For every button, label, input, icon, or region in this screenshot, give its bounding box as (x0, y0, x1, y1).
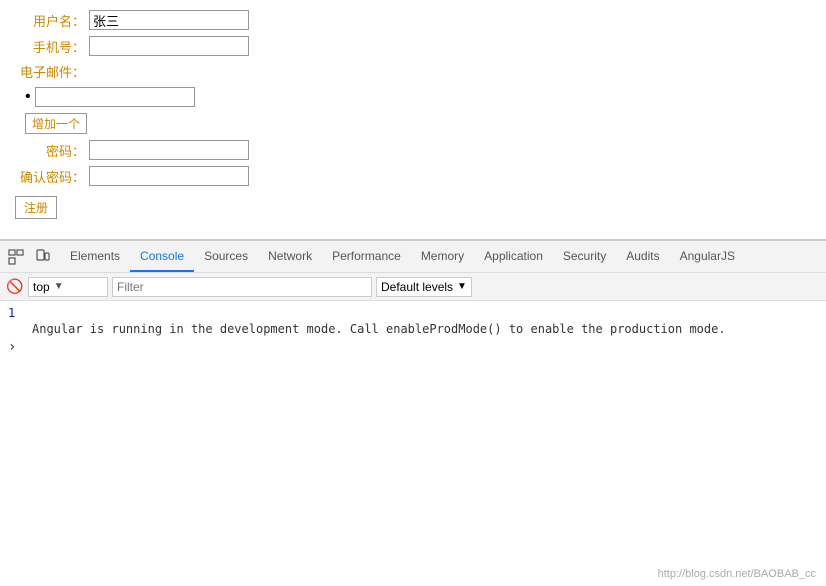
tab-sources[interactable]: Sources (194, 241, 258, 272)
line-text-2: Angular is running in the development mo… (32, 322, 726, 336)
line-number-1: 1 (8, 306, 32, 320)
email-list-item: • (25, 87, 811, 107)
console-filter-input[interactable] (112, 277, 372, 297)
password-input[interactable] (89, 140, 249, 160)
default-levels-arrow-icon: ▼ (457, 281, 467, 292)
tab-memory[interactable]: Memory (411, 241, 474, 272)
email-label: 电子邮件： (15, 62, 85, 81)
username-row: 用户名： (15, 10, 811, 30)
register-button[interactable]: 注册 (15, 196, 57, 219)
watermark: http://blog.csdn.net/BAOBAB_cc (658, 568, 816, 580)
add-button-row: 增加一个 (15, 113, 811, 140)
register-row: 注册 (15, 192, 811, 219)
devtools-tabs: Elements Console Sources Network Perform… (60, 241, 745, 272)
bullet-icon: • (25, 88, 31, 106)
email-header-row: 电子邮件： (15, 62, 811, 81)
console-line-2: Angular is running in the development mo… (0, 321, 826, 337)
phone-label: 手机号： (15, 37, 85, 56)
username-label: 用户名： (15, 11, 85, 30)
tab-audits[interactable]: Audits (616, 241, 669, 272)
context-value: top (33, 280, 50, 294)
confirm-password-row: 确认密码： (15, 166, 811, 186)
devtools-panel: Elements Console Sources Network Perform… (0, 240, 826, 586)
console-context-select[interactable]: top ▼ (28, 277, 108, 297)
phone-input[interactable] (89, 36, 249, 56)
inspect-icon[interactable] (4, 245, 28, 269)
console-toolbar: 🚫 top ▼ Default levels ▼ (0, 273, 826, 301)
confirm-password-label: 确认密码： (15, 167, 85, 186)
phone-row: 手机号： (15, 36, 811, 56)
password-row: 密码： (15, 140, 811, 160)
console-prompt[interactable]: › (0, 337, 826, 357)
console-output: 1 Angular is running in the development … (0, 301, 826, 586)
tab-network[interactable]: Network (258, 241, 322, 272)
email-section: 电子邮件： • (15, 62, 811, 107)
email-input[interactable] (35, 87, 195, 107)
default-levels-label: Default levels (381, 280, 453, 294)
devtools-topbar: Elements Console Sources Network Perform… (0, 241, 826, 273)
tab-application[interactable]: Application (474, 241, 553, 272)
tab-security[interactable]: Security (553, 241, 616, 272)
no-entry-icon[interactable]: 🚫 (6, 278, 24, 296)
add-email-button[interactable]: 增加一个 (25, 113, 87, 134)
context-arrow-icon: ▼ (54, 281, 64, 292)
tab-console[interactable]: Console (130, 241, 194, 272)
confirm-password-input[interactable] (89, 166, 249, 186)
device-toggle-icon[interactable] (30, 245, 54, 269)
tab-performance[interactable]: Performance (322, 241, 411, 272)
tab-angularjs[interactable]: AngularJS (670, 241, 745, 272)
default-levels-select[interactable]: Default levels ▼ (376, 277, 472, 297)
tab-elements[interactable]: Elements (60, 241, 130, 272)
username-input[interactable] (89, 10, 249, 30)
password-label: 密码： (15, 141, 85, 160)
console-line-1: 1 (0, 305, 826, 321)
page-content: 用户名： 手机号： 电子邮件： • 增加一个 密码： 确认密码： 注册 (0, 0, 826, 240)
console-caret-icon: › (8, 339, 16, 355)
